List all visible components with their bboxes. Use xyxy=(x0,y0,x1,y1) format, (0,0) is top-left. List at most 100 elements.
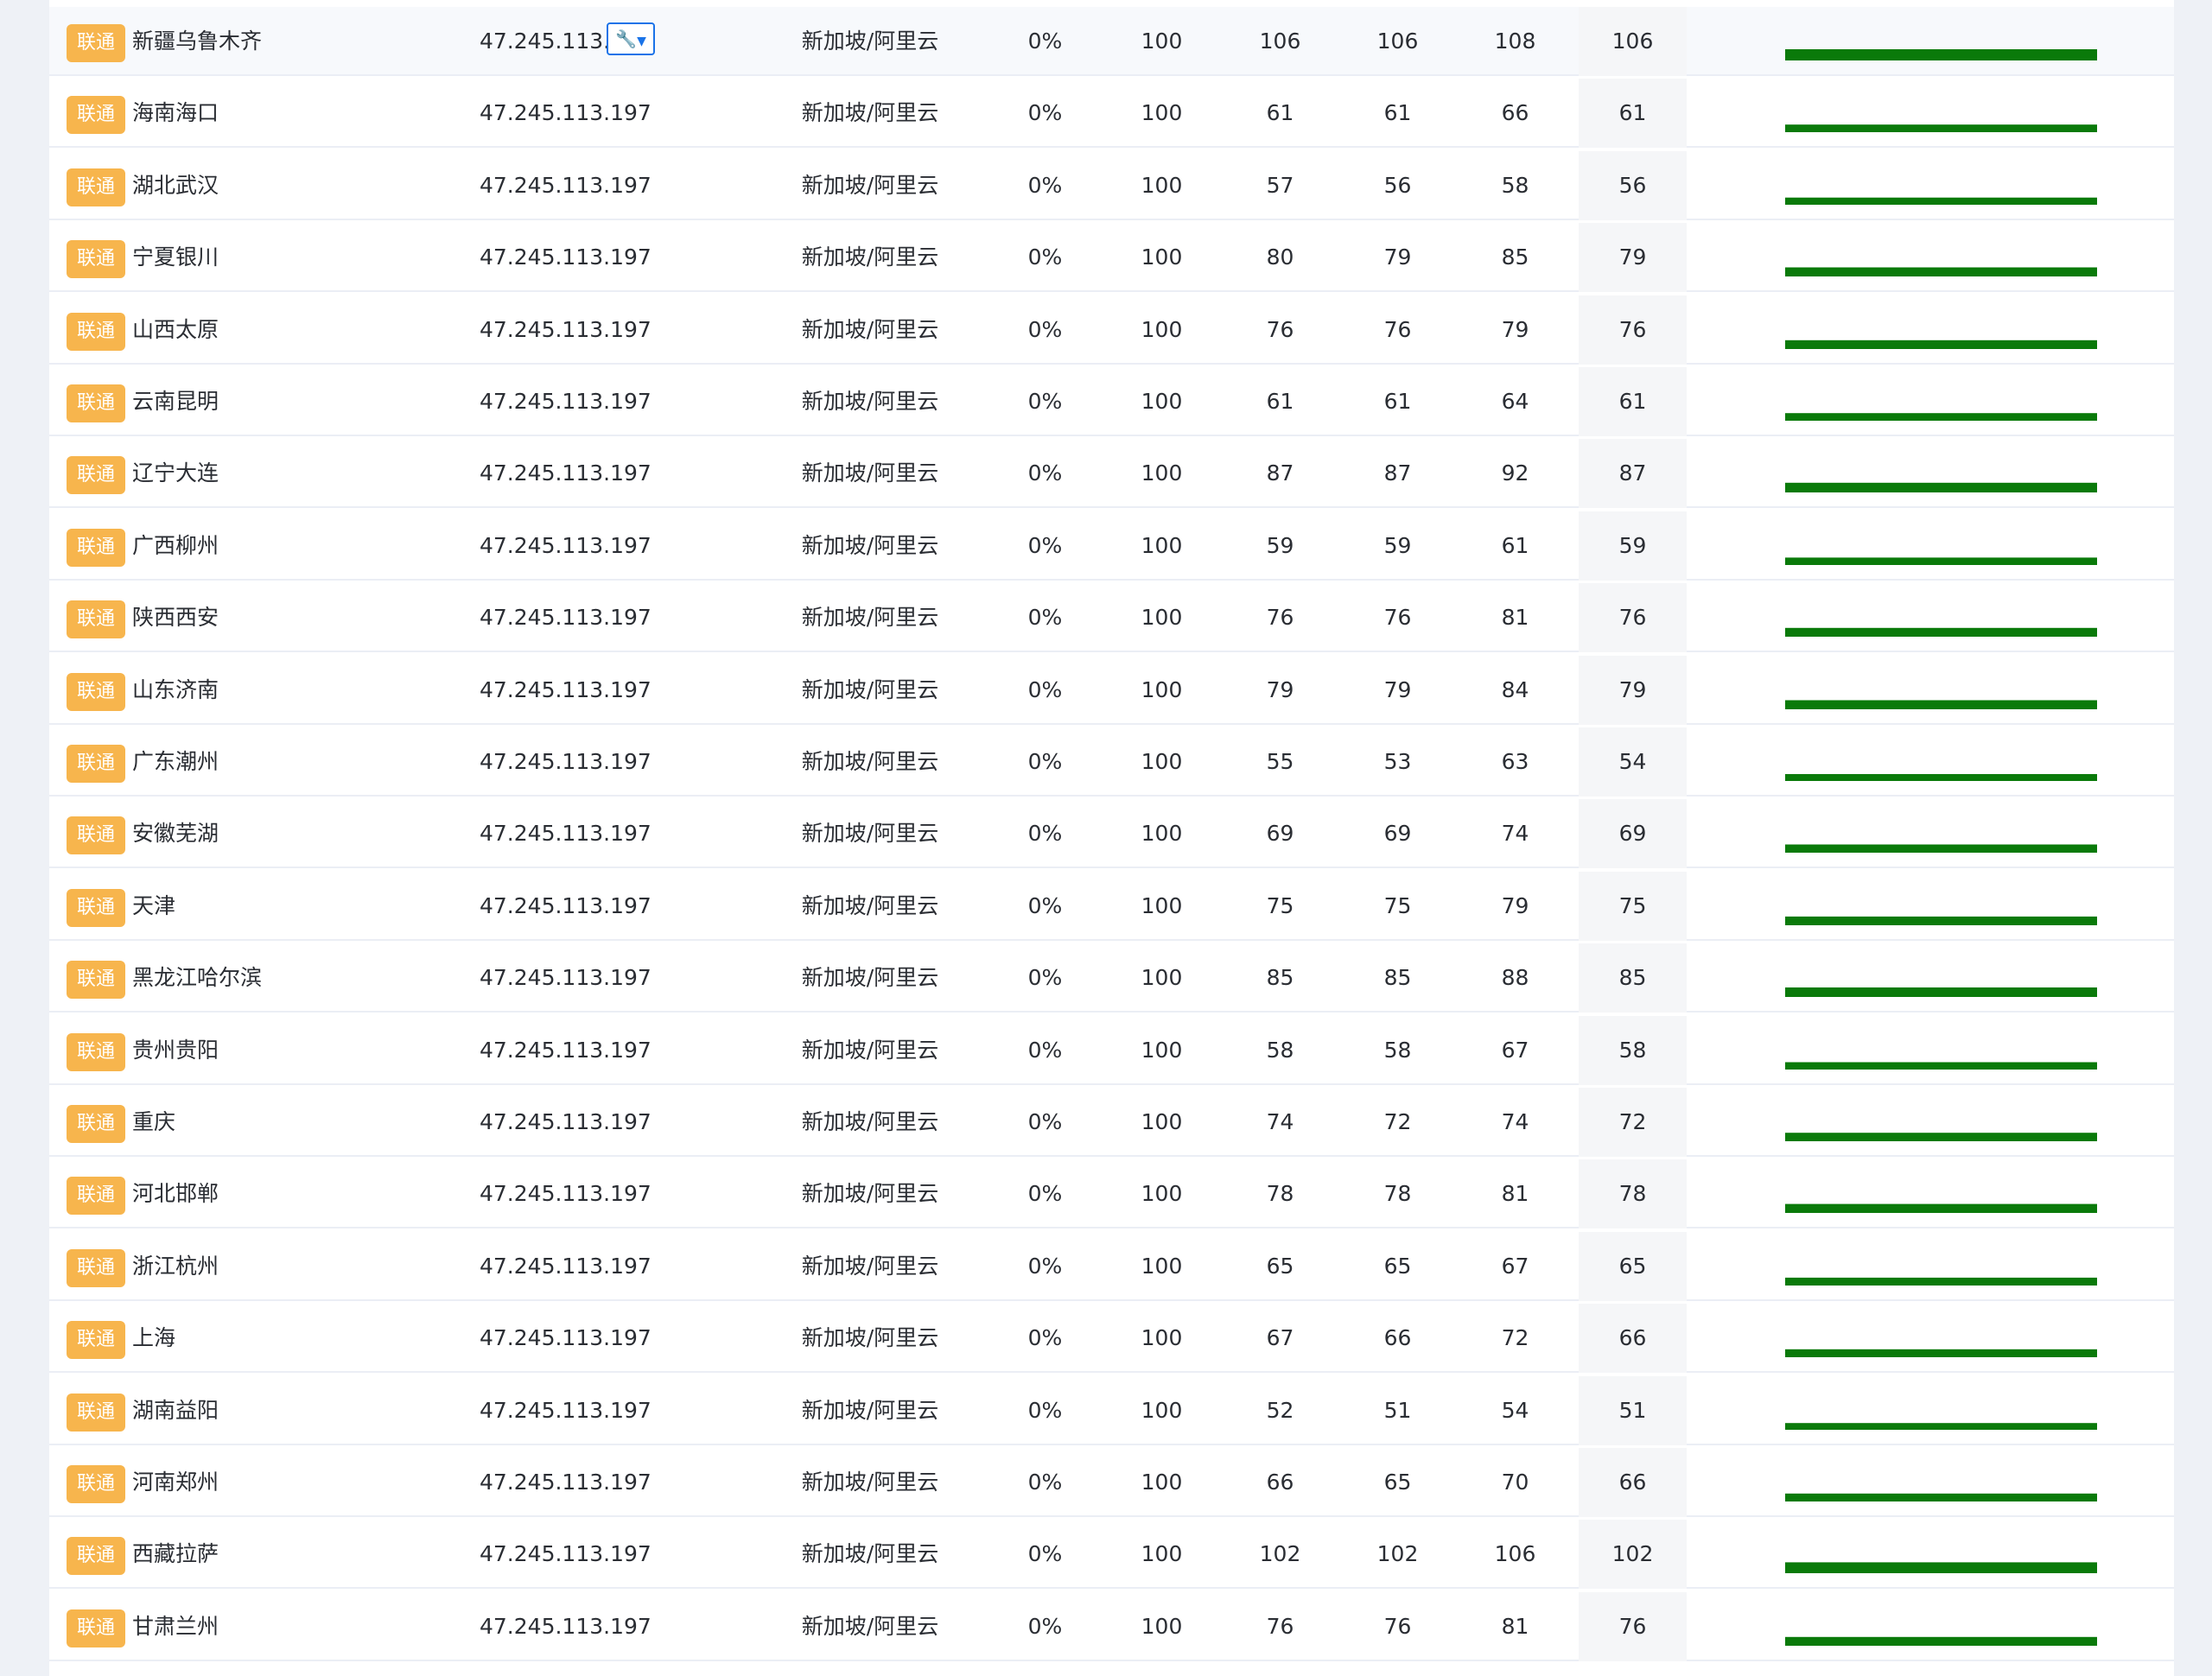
table-row[interactable]: 联通 河南郑州 47.245.113.197 新加坡/阿里云 0% 100 66 65 70 66 xyxy=(49,1448,2174,1517)
latency-sparkline xyxy=(1785,197,2097,205)
cell-location: 新加坡/阿里云 xyxy=(801,29,939,54)
table-row[interactable]: 联通 辽宁大连 47.245.113.197 新加坡/阿里云 0% 100 87 87 92 87 xyxy=(49,439,2174,509)
latency-sparkline xyxy=(1785,267,2097,277)
cell-loss: 0% xyxy=(1027,532,1063,558)
cell-loss: 0% xyxy=(1027,1109,1063,1134)
target-ip: 47.245.113.197 xyxy=(480,532,652,558)
table-row[interactable]: 联通 贵州贵阳 47.245.113.197 新加坡/阿里云 0% 100 58 58 67 58 xyxy=(49,1015,2174,1085)
cell-location: 新加坡/阿里云 xyxy=(801,100,939,126)
cell-worst: 79 xyxy=(1501,316,1529,342)
target-ip: 47.245.113.197 xyxy=(480,1325,652,1351)
cell-best: 76 xyxy=(1579,295,1687,365)
table-row[interactable]: 联通 广东潮州 47.245.113.197 新加坡/阿里云 0% 100 55 53 63 54 xyxy=(49,727,2174,797)
cell-sent: 100 xyxy=(1141,1109,1183,1134)
cell-best: 66 xyxy=(1579,1304,1687,1374)
cell-location: 新加坡/阿里云 xyxy=(801,532,939,558)
cell-last: 67 xyxy=(1266,1325,1294,1351)
cell-best: 59 xyxy=(1579,511,1687,581)
node-name: 海南海口 xyxy=(132,100,219,126)
latency-sparkline xyxy=(1785,483,2097,493)
cell-last: 85 xyxy=(1266,965,1294,991)
isp-badge: 联通 xyxy=(67,816,125,855)
cell-sent: 100 xyxy=(1141,1325,1183,1351)
cell-best: 66 xyxy=(1579,1448,1687,1517)
cell-location: 新加坡/阿里云 xyxy=(801,1181,939,1207)
cell-last: 58 xyxy=(1266,1037,1294,1063)
table-row[interactable]: 联通 云南昆明 47.245.113.197 新加坡/阿里云 0% 100 61 61 64 61 xyxy=(49,367,2174,436)
cell-loss: 0% xyxy=(1027,676,1063,702)
table-row[interactable]: 联通 新疆乌鲁木齐 47.245.113.197 🔧▼ 新加坡/阿里云 0% 100 106 1… xyxy=(49,7,2174,76)
cell-loss: 0% xyxy=(1027,892,1063,918)
cell-location: 新加坡/阿里云 xyxy=(801,1541,939,1567)
target-ip: 47.245.113.197 xyxy=(480,1541,652,1567)
cell-best: 85 xyxy=(1579,943,1687,1013)
sparkline-bar xyxy=(1785,197,2097,205)
cell-sent: 100 xyxy=(1141,605,1183,631)
cell-sent: 100 xyxy=(1141,676,1183,702)
cell-loss: 0% xyxy=(1027,29,1063,54)
cell-last: 79 xyxy=(1266,676,1294,702)
cell-worst: 108 xyxy=(1494,29,1536,54)
cell-worst: 72 xyxy=(1501,1325,1529,1351)
table-row[interactable]: 联通 安徽芜湖 47.245.113.197 新加坡/阿里云 0% 100 69 69 74 69 xyxy=(49,799,2174,869)
table-row[interactable]: 联通 广西柳州 47.245.113.197 新加坡/阿里云 0% 100 59 59 61 59 xyxy=(49,511,2174,581)
table-row[interactable]: 联通 湖北武汉 47.245.113.197 新加坡/阿里云 0% 100 57 56 58 56 xyxy=(49,150,2174,220)
sparkline-bar xyxy=(1785,267,2097,277)
cell-loss: 0% xyxy=(1027,1325,1063,1351)
cell-last: 76 xyxy=(1266,1613,1294,1639)
cell-location: 新加坡/阿里云 xyxy=(801,605,939,631)
table-row[interactable]: 联通 天津 47.245.113.197 新加坡/阿里云 0% 100 75 75 79 75 xyxy=(49,871,2174,941)
cell-last: 61 xyxy=(1266,389,1294,414)
cell-worst: 64 xyxy=(1501,389,1529,414)
table-row[interactable]: 联通 上海 47.245.113.197 新加坡/阿里云 0% 100 67 66 72 66 xyxy=(49,1304,2174,1374)
sparkline-bar xyxy=(1785,124,2097,133)
cell-sent: 100 xyxy=(1141,460,1183,486)
sparkline-bar xyxy=(1785,1062,2097,1070)
cell-worst: 81 xyxy=(1501,1181,1529,1207)
table-row[interactable]: 联通 河北邯郸 47.245.113.197 新加坡/阿里云 0% 100 78 78 81 78 xyxy=(49,1159,2174,1229)
target-ip: 47.245.113.197 xyxy=(480,316,652,342)
latency-sparkline xyxy=(1785,1493,2097,1501)
table-row[interactable]: 联通 山东济南 47.245.113.197 新加坡/阿里云 0% 100 79 79 84 79 xyxy=(49,655,2174,725)
sparkline-bar xyxy=(1785,1422,2097,1430)
cell-avg: 79 xyxy=(1383,676,1412,702)
cell-last: 76 xyxy=(1266,316,1294,342)
table-row[interactable]: 联通 宁夏银川 47.245.113.197 新加坡/阿里云 0% 100 80 79 85 79 xyxy=(49,223,2174,293)
cell-worst: 61 xyxy=(1501,532,1529,558)
cell-worst: 63 xyxy=(1501,749,1529,774)
sparkline-bar xyxy=(1785,774,2097,781)
cell-loss: 0% xyxy=(1027,460,1063,486)
cell-best: 51 xyxy=(1579,1375,1687,1445)
node-name: 河南郑州 xyxy=(132,1470,219,1495)
table-row[interactable]: 联通 浙江杭州 47.245.113.197 新加坡/阿里云 0% 100 65 65 67 65 xyxy=(49,1231,2174,1301)
isp-badge: 联通 xyxy=(67,600,125,639)
latency-sparkline xyxy=(1785,844,2097,854)
table-row[interactable]: 联通 海南海口 47.245.113.197 新加坡/阿里云 0% 100 61 61 66 61 xyxy=(49,79,2174,149)
table-row[interactable]: 联通 黑龙江哈尔滨 47.245.113.197 新加坡/阿里云 0% 100 85 85 88… xyxy=(49,943,2174,1013)
cell-loss: 0% xyxy=(1027,244,1063,270)
table-row[interactable]: 联通 甘肃兰州 47.245.113.197 新加坡/阿里云 0% 100 76 76 81 76 xyxy=(49,1591,2174,1661)
cell-location: 新加坡/阿里云 xyxy=(801,1613,939,1639)
cell-last: 78 xyxy=(1266,1181,1294,1207)
cell-worst: 79 xyxy=(1501,892,1529,918)
table-row[interactable]: 联通 陕西西安 47.245.113.197 新加坡/阿里云 0% 100 76 76 81 76 xyxy=(49,583,2174,653)
cell-worst: 81 xyxy=(1501,1613,1529,1639)
table-row[interactable]: 联通 山西太原 47.245.113.197 新加坡/阿里云 0% 100 76 76 79 76 xyxy=(49,295,2174,365)
cell-last: 80 xyxy=(1266,244,1294,270)
cell-best: 58 xyxy=(1579,1015,1687,1085)
node-name: 云南昆明 xyxy=(132,389,219,414)
cell-avg: 75 xyxy=(1383,892,1412,918)
wrench-dropdown-button[interactable]: 🔧▼ xyxy=(607,22,655,55)
sparkline-bar xyxy=(1785,844,2097,854)
sparkline-bar xyxy=(1785,49,2097,60)
cell-loss: 0% xyxy=(1027,605,1063,631)
table-row[interactable]: 联通 西藏拉萨 47.245.113.197 新加坡/阿里云 0% 100 102 102 10… xyxy=(49,1520,2174,1590)
target-ip: 47.245.113.197 xyxy=(480,244,652,270)
isp-badge: 联通 xyxy=(67,384,125,422)
cell-location: 新加坡/阿里云 xyxy=(801,244,939,270)
cell-last: 65 xyxy=(1266,1253,1294,1279)
table-row[interactable]: 联通 湖南益阳 47.245.113.197 新加坡/阿里云 0% 100 52 51 54 51 xyxy=(49,1375,2174,1445)
table-row[interactable]: 联通 重庆 47.245.113.197 新加坡/阿里云 0% 100 74 72 74 72 xyxy=(49,1088,2174,1157)
cell-best: 65 xyxy=(1579,1231,1687,1301)
isp-badge: 联通 xyxy=(67,1465,125,1503)
